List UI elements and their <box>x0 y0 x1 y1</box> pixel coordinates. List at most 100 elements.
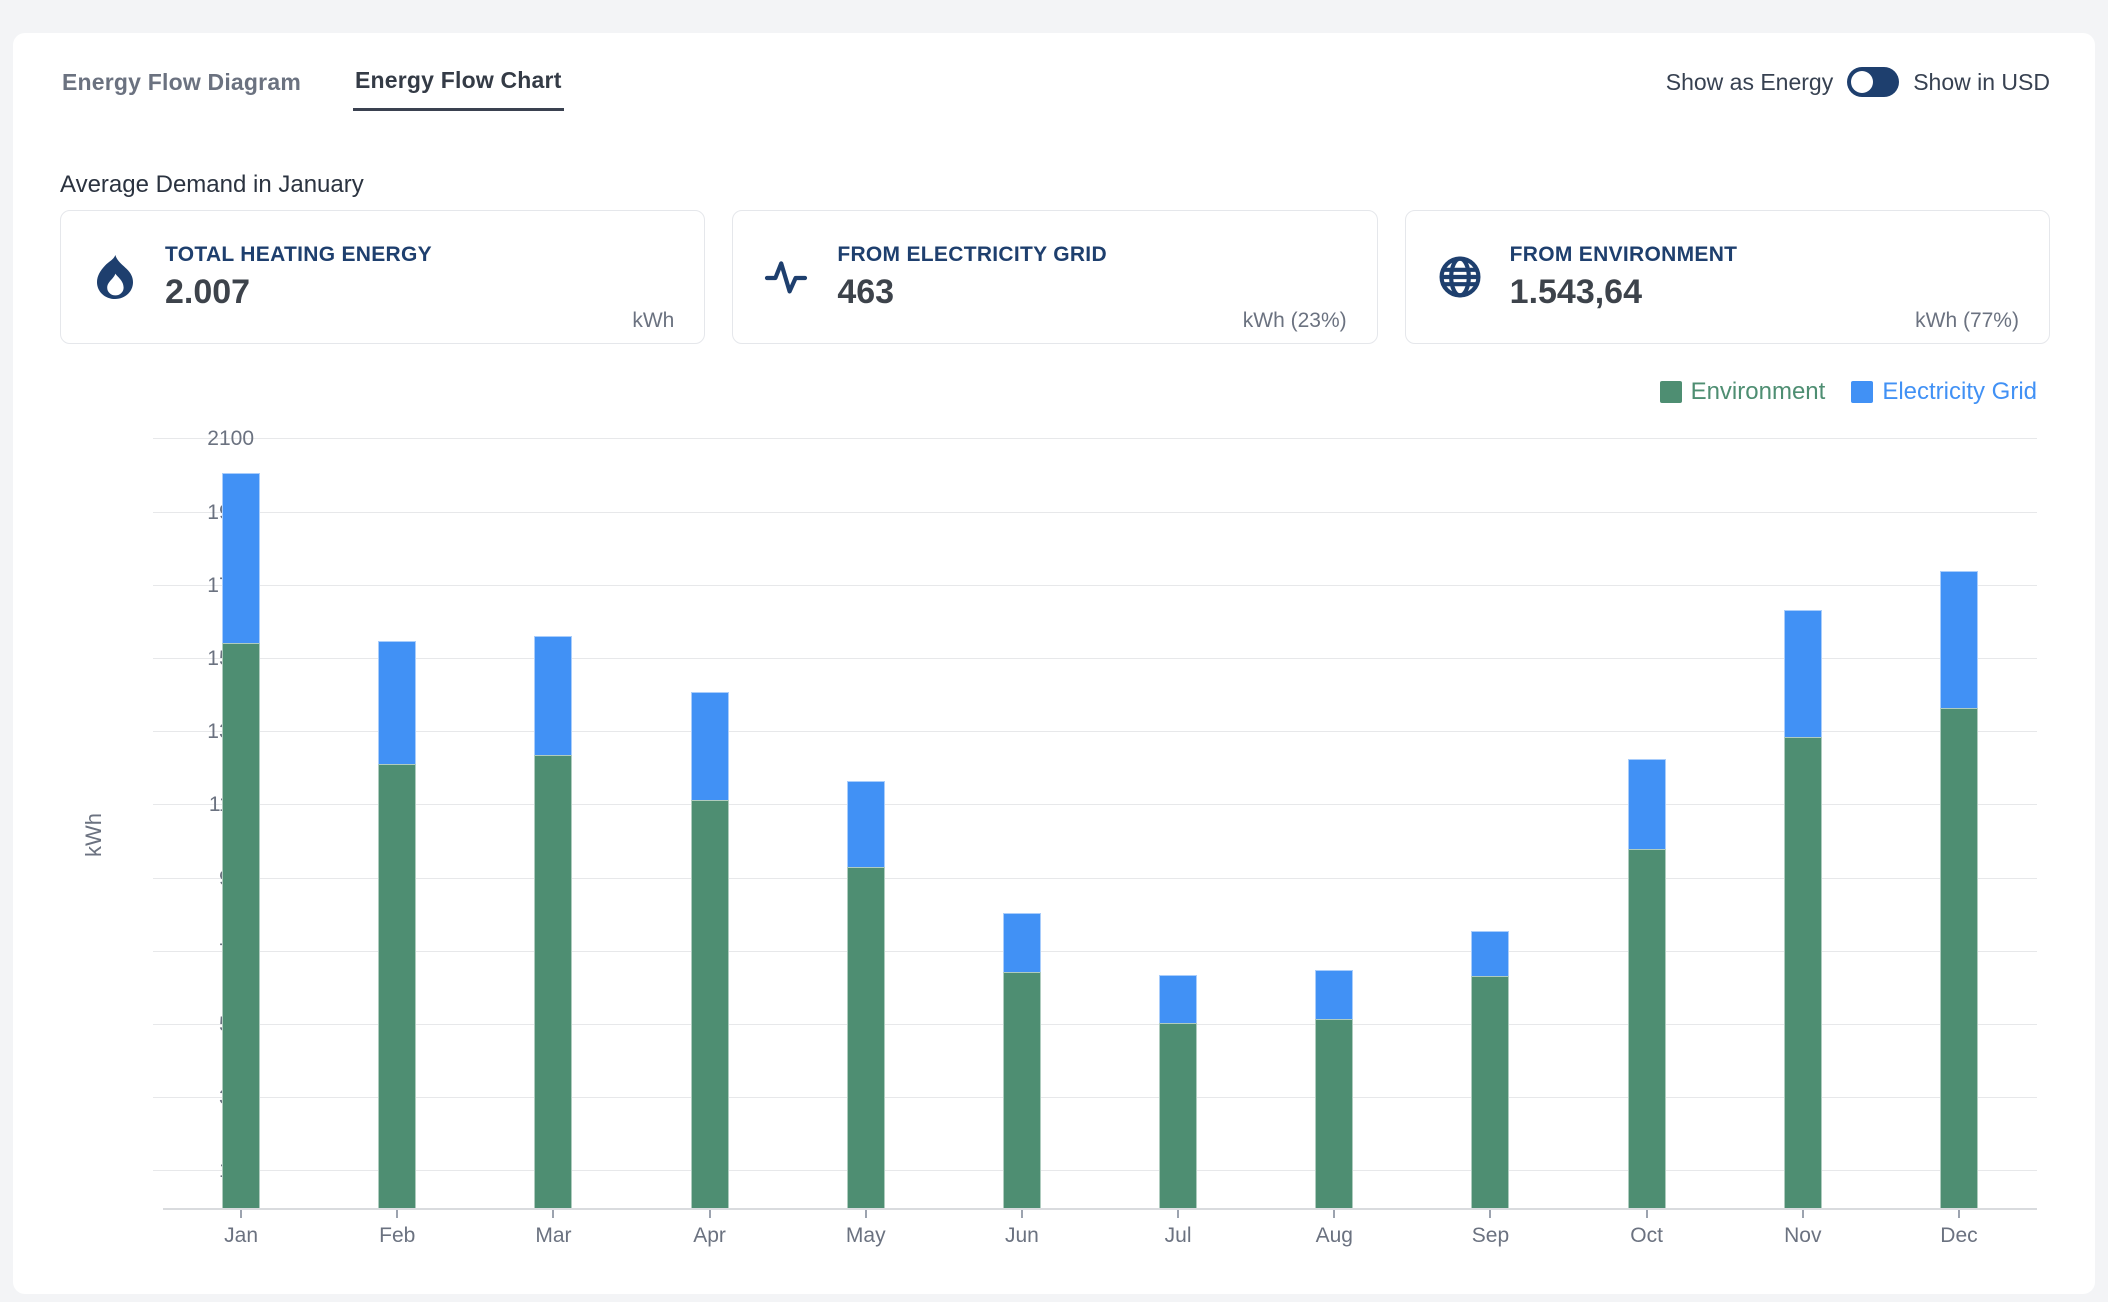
x-tick-label: Apr <box>693 1224 726 1248</box>
bar-segment-environment[interactable] <box>1628 849 1666 1208</box>
bar-column-apr: Apr <box>632 434 788 1208</box>
bar-segment-environment[interactable] <box>1159 1023 1197 1208</box>
card-from-environment: FROM ENVIRONMENT 1.543,64 kWh (77%) <box>1405 210 2050 344</box>
x-tick-label: Mar <box>535 1224 571 1248</box>
main-panel: Energy Flow Diagram Energy Flow Chart Sh… <box>13 33 2095 1294</box>
bar-jul <box>1159 975 1197 1208</box>
bar-segment-electricity-grid[interactable] <box>1003 913 1041 972</box>
bar-aug <box>1315 970 1353 1208</box>
pulse-icon <box>763 253 811 301</box>
card-unit: kWh (77%) <box>1915 309 2019 343</box>
bar-column-mar: Mar <box>475 434 631 1208</box>
bar-column-may: May <box>788 434 944 1208</box>
bar-segment-electricity-grid[interactable] <box>847 781 885 866</box>
bar-jan <box>222 473 260 1208</box>
card-title: FROM ELECTRICITY GRID <box>837 243 1107 267</box>
legend-label: Electricity Grid <box>1882 378 2037 406</box>
bar-feb <box>378 641 416 1208</box>
x-tick-label: Jul <box>1165 1224 1192 1248</box>
legend-swatch-electricity-grid <box>1851 381 1873 403</box>
x-axis-tick <box>1646 1210 1648 1218</box>
x-axis-tick <box>552 1210 554 1218</box>
x-axis-tick <box>240 1210 242 1218</box>
tab-energy-flow-diagram[interactable]: Energy Flow Diagram <box>60 61 303 111</box>
bar-segment-electricity-grid[interactable] <box>1784 610 1822 737</box>
plot-area: 100300500700900110013001500170019002100J… <box>163 434 2037 1210</box>
toggle-label-usd: Show in USD <box>1913 69 2050 96</box>
bar-segment-environment[interactable] <box>691 800 729 1208</box>
bar-column-jan: Jan <box>163 434 319 1208</box>
card-unit: kWh <box>632 309 674 343</box>
bar-segment-environment[interactable] <box>222 643 260 1208</box>
tab-bar: Energy Flow Diagram Energy Flow Chart <box>60 61 564 111</box>
bar-column-aug: Aug <box>1256 434 1412 1208</box>
x-axis-tick <box>1958 1210 1960 1218</box>
stat-cards: TOTAL HEATING ENERGY 2.007 kWh FROM ELEC… <box>60 210 2050 344</box>
card-unit: kWh (23%) <box>1243 309 1347 343</box>
flame-icon <box>91 253 139 301</box>
bar-segment-environment[interactable] <box>1940 708 1978 1208</box>
bar-segment-electricity-grid[interactable] <box>1159 975 1197 1023</box>
bar-segment-electricity-grid[interactable] <box>1628 759 1666 849</box>
bar-segment-environment[interactable] <box>1784 737 1822 1208</box>
x-tick-label: Jan <box>224 1224 258 1248</box>
stacked-bar-chart: kWh 100300500700900110013001500170019002… <box>60 434 2050 1280</box>
bar-segment-electricity-grid[interactable] <box>1471 931 1509 976</box>
card-from-electricity-grid: FROM ELECTRICITY GRID 463 kWh (23%) <box>732 210 1377 344</box>
x-tick-label: Aug <box>1316 1224 1353 1248</box>
bar-cells: JanFebMarAprMayJunJulAugSepOctNovDec <box>163 434 2037 1208</box>
bar-nov <box>1784 610 1822 1208</box>
bar-column-dec: Dec <box>1881 434 2037 1208</box>
bar-apr <box>691 692 729 1208</box>
card-value: 2.007 <box>165 273 432 312</box>
toggle-label-energy: Show as Energy <box>1666 69 1833 96</box>
bar-segment-environment[interactable] <box>378 764 416 1208</box>
x-axis-tick <box>865 1210 867 1218</box>
bar-segment-electricity-grid[interactable] <box>222 473 260 642</box>
bar-column-jul: Jul <box>1100 434 1256 1208</box>
card-title: FROM ENVIRONMENT <box>1510 243 1738 267</box>
x-axis-tick <box>1021 1210 1023 1218</box>
x-axis-tick <box>1333 1210 1335 1218</box>
bar-column-jun: Jun <box>944 434 1100 1208</box>
bar-segment-environment[interactable] <box>534 755 572 1208</box>
bar-column-oct: Oct <box>1569 434 1725 1208</box>
x-axis-tick <box>396 1210 398 1218</box>
bar-segment-electricity-grid[interactable] <box>1315 970 1353 1018</box>
card-value: 463 <box>837 273 1107 312</box>
card-value: 1.543,64 <box>1510 273 1738 312</box>
x-axis-tick <box>1802 1210 1804 1218</box>
bar-segment-environment[interactable] <box>1471 976 1509 1208</box>
bar-may <box>847 781 885 1208</box>
x-tick-label: Nov <box>1784 1224 1821 1248</box>
globe-icon <box>1436 253 1484 301</box>
bar-mar <box>534 636 572 1208</box>
section-title: Average Demand in January <box>60 171 2050 199</box>
tab-energy-flow-chart[interactable]: Energy Flow Chart <box>353 61 564 111</box>
bar-jun <box>1003 913 1041 1208</box>
x-tick-label: Feb <box>379 1224 415 1248</box>
bar-segment-electricity-grid[interactable] <box>378 641 416 764</box>
x-tick-label: Oct <box>1630 1224 1663 1248</box>
bar-segment-environment[interactable] <box>847 867 885 1209</box>
bar-column-sep: Sep <box>1412 434 1568 1208</box>
bar-segment-environment[interactable] <box>1003 972 1041 1208</box>
bar-dec <box>1940 571 1978 1208</box>
bar-segment-electricity-grid[interactable] <box>534 636 572 755</box>
x-tick-label: Jun <box>1005 1224 1039 1248</box>
legend-item-electricity-grid[interactable]: Electricity Grid <box>1851 378 2037 406</box>
x-tick-label: May <box>846 1224 886 1248</box>
x-axis-tick <box>1489 1210 1491 1218</box>
header-row: Energy Flow Diagram Energy Flow Chart Sh… <box>60 61 2050 111</box>
card-total-heating-energy: TOTAL HEATING ENERGY 2.007 kWh <box>60 210 705 344</box>
energy-usd-toggle[interactable] <box>1847 67 1899 97</box>
bar-segment-environment[interactable] <box>1315 1019 1353 1208</box>
legend-item-environment[interactable]: Environment <box>1660 378 1826 406</box>
bar-oct <box>1628 759 1666 1208</box>
bar-segment-electricity-grid[interactable] <box>1940 571 1978 707</box>
chart-legend: Environment Electricity Grid <box>60 378 2050 406</box>
bar-segment-electricity-grid[interactable] <box>691 692 729 799</box>
y-axis-title: kWh <box>81 813 107 857</box>
bar-column-feb: Feb <box>319 434 475 1208</box>
unit-toggle-group: Show as Energy Show in USD <box>1666 67 2050 97</box>
